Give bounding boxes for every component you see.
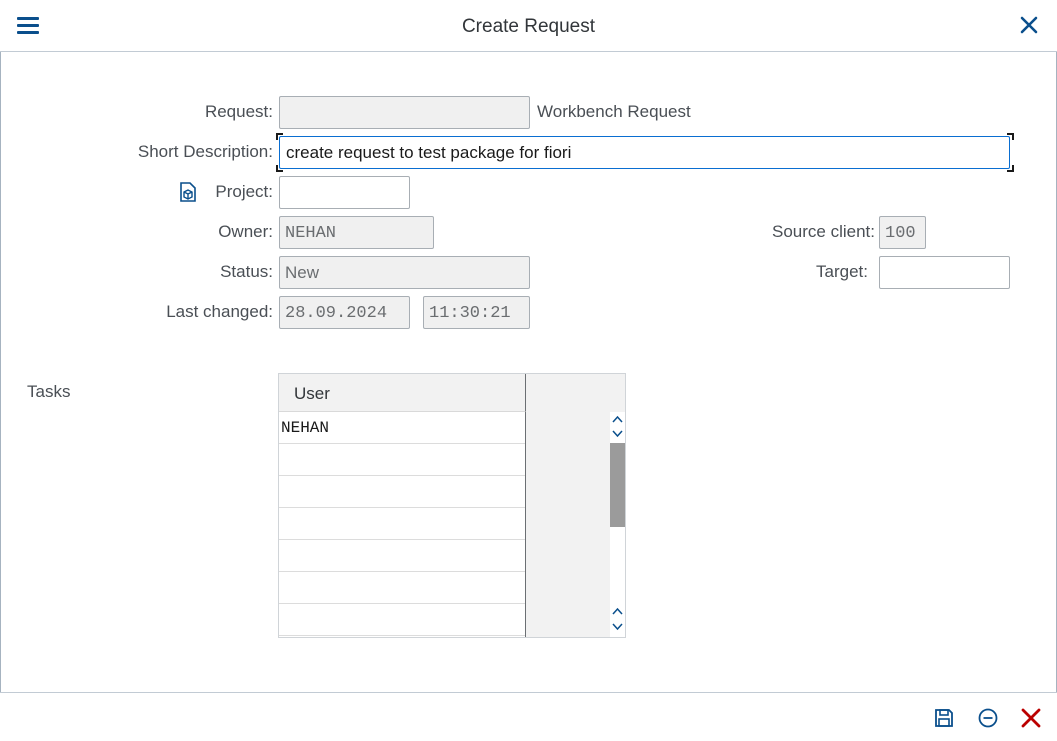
source-client-field: 100 [879,216,926,249]
minus-circle-icon[interactable] [977,707,999,729]
focus-corner [276,133,283,140]
short-description-input[interactable]: create request to test package for fiori [279,136,1010,169]
column-header-label: User [294,384,330,403]
table-row[interactable] [279,604,525,636]
dialog-footer [0,692,1057,741]
last-changed-time-field: 11:30:21 [423,296,530,329]
owner-field: NEHAN [279,216,434,249]
scroll-up-icon[interactable] [612,415,623,425]
request-field [279,96,530,129]
scroll-thumb[interactable] [610,443,625,527]
table-row[interactable] [279,572,525,604]
status-label: Status: [220,262,273,281]
column-header-user[interactable]: User [279,374,526,412]
focus-corner [276,165,283,172]
short-description-label: Short Description: [137,142,273,161]
owner-label: Owner: [218,222,273,241]
last-changed-label: Last changed: [166,302,273,321]
close-icon[interactable] [1019,15,1039,35]
table-row[interactable] [279,476,525,508]
page-down-icon[interactable] [612,428,623,438]
focus-corner [1007,165,1014,172]
dialog-title: Create Request [461,16,596,37]
table-row[interactable] [279,540,525,572]
project-cube-icon[interactable] [179,182,197,202]
target-label: Target: [816,262,868,281]
exit-close-icon[interactable] [1020,707,1042,729]
column-divider [525,412,526,637]
table-row[interactable]: NEHAN [279,412,525,444]
status-field: New [279,256,530,289]
vertical-scrollbar[interactable] [610,412,625,637]
dialog-title-bar: Create Request [0,0,1057,52]
tasks-label: Tasks [27,382,71,401]
scroll-down-icon[interactable] [612,621,623,631]
tasks-table: User NEHAN [278,373,626,638]
table-row[interactable] [279,444,525,476]
request-label: Request: [204,102,273,121]
source-client-label: Source client: [772,222,875,241]
target-input[interactable] [879,256,1010,289]
save-icon[interactable] [933,707,955,729]
project-label: Project: [215,182,273,201]
table-row[interactable] [279,508,525,540]
table-cell-user[interactable]: NEHAN [281,419,329,437]
page-up-icon[interactable] [612,607,623,617]
request-type-text: Workbench Request [537,102,691,121]
focus-corner [1007,133,1014,140]
project-input[interactable] [279,176,410,209]
last-changed-date-field: 28.09.2024 [279,296,410,329]
